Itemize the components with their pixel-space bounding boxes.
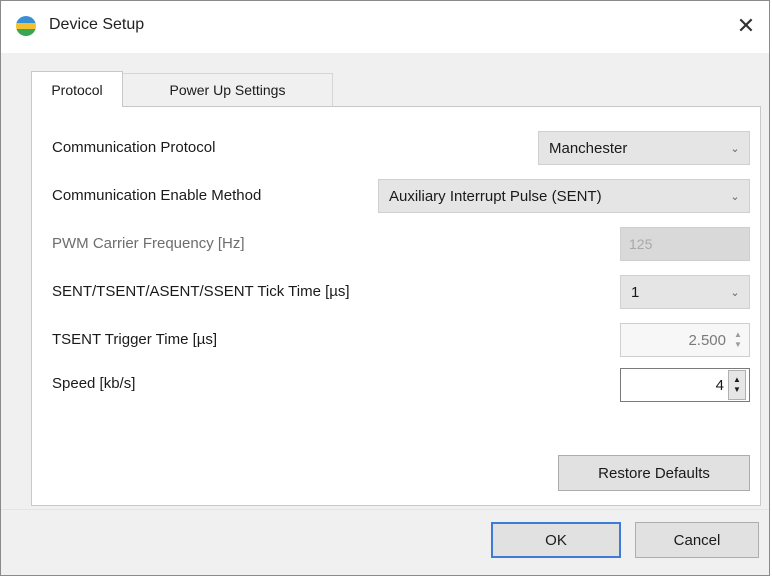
- device-setup-dialog: Device Setup ✕ Protocol Power Up Setting…: [0, 0, 770, 576]
- tab-protocol[interactable]: Protocol: [31, 71, 123, 107]
- communication-enable-method-value: Auxiliary Interrupt Pulse (SENT): [389, 187, 602, 205]
- chevron-down-icon: ⌄: [730, 142, 740, 155]
- pwm-carrier-frequency-field: 125: [620, 227, 750, 261]
- spin-up-icon: ▲: [734, 330, 742, 339]
- spin-down-icon: ▼: [734, 340, 742, 349]
- window-title: Device Setup: [49, 16, 145, 33]
- spin-down-icon[interactable]: ▼: [733, 385, 741, 395]
- chevron-down-icon: ⌄: [730, 190, 740, 203]
- spin-arrows-icon: ▲ ▼: [730, 326, 746, 354]
- globe-app-icon: [16, 16, 36, 36]
- speed-spinner[interactable]: 4 ▲ ▼: [620, 368, 750, 402]
- speed-label: Speed [kb/s]: [52, 375, 136, 392]
- restore-defaults-button[interactable]: Restore Defaults: [558, 455, 750, 491]
- title-bar[interactable]: Device Setup ✕: [1, 1, 769, 53]
- spin-arrows-icon[interactable]: ▲ ▼: [728, 370, 746, 400]
- communication-protocol-value: Manchester: [549, 139, 628, 157]
- footer-divider: [1, 509, 769, 510]
- tsent-trigger-time-label: TSENT Trigger Time [µs]: [52, 331, 218, 348]
- communication-enable-method-label: Communication Enable Method: [52, 187, 262, 204]
- cancel-button[interactable]: Cancel: [635, 522, 759, 558]
- chevron-down-icon: ⌄: [730, 286, 740, 299]
- spin-up-icon[interactable]: ▲: [733, 375, 741, 385]
- communication-protocol-label: Communication Protocol: [52, 139, 216, 156]
- tsent-trigger-time-spinner: 2.500 ▲ ▼: [620, 323, 750, 357]
- tab-power-up-settings[interactable]: Power Up Settings: [123, 73, 333, 106]
- close-icon: ✕: [736, 13, 756, 38]
- communication-protocol-select[interactable]: Manchester ⌄: [538, 131, 750, 165]
- pwm-carrier-frequency-label: PWM Carrier Frequency [Hz]: [52, 235, 245, 252]
- tsent-trigger-time-value: 2.500: [688, 331, 726, 349]
- protocol-panel: Communication Protocol Manchester ⌄ Comm…: [31, 106, 761, 506]
- ok-button[interactable]: OK: [491, 522, 621, 558]
- tick-time-select[interactable]: 1 ⌄: [620, 275, 750, 309]
- speed-value[interactable]: 4: [621, 377, 728, 394]
- tick-time-value: 1: [631, 283, 640, 301]
- tick-time-label: SENT/TSENT/ASENT/SSENT Tick Time [µs]: [52, 283, 350, 300]
- close-button[interactable]: ✕: [729, 9, 763, 43]
- communication-enable-method-select[interactable]: Auxiliary Interrupt Pulse (SENT) ⌄: [378, 179, 750, 213]
